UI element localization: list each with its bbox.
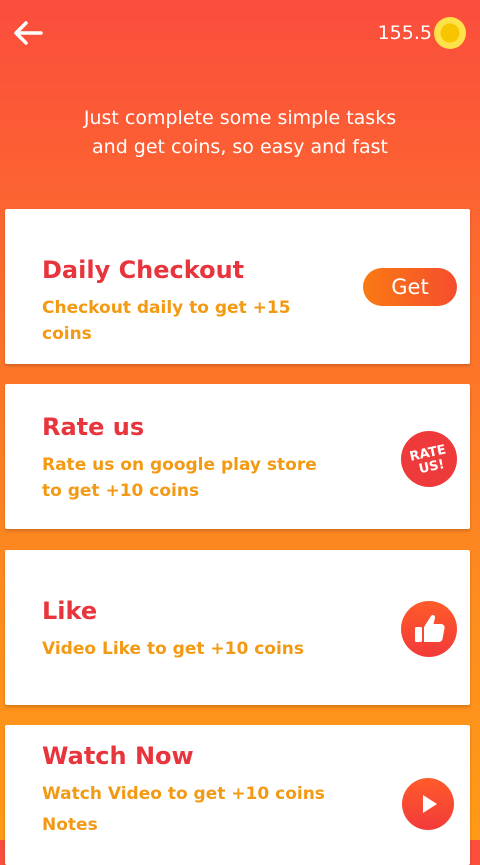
task-description: Video Like to get +10 coins xyxy=(42,639,305,659)
task-card-watch-now: Watch Now Watch Video to get +10 coins N… xyxy=(5,725,470,865)
task-title: Rate us xyxy=(42,413,145,441)
task-description: Watch Video to get +10 coins xyxy=(42,784,325,804)
play-icon[interactable] xyxy=(401,777,455,831)
task-title: Daily Checkout xyxy=(42,256,245,284)
rate-us-icon[interactable]: RATE US! xyxy=(400,430,458,488)
task-note: Notes xyxy=(42,815,98,835)
balance-value: 155.5 xyxy=(377,22,432,44)
get-button[interactable]: Get xyxy=(363,268,457,306)
task-card-rate-us: Rate us Rate us on google play store to … xyxy=(5,384,470,529)
coin-balance: 155.5 xyxy=(378,17,466,49)
task-title: Like xyxy=(42,597,98,625)
task-card-like: Like Video Like to get +10 coins xyxy=(5,550,470,705)
intro-text: Just complete some simple tasks and get … xyxy=(83,107,397,158)
back-button[interactable] xyxy=(12,18,44,48)
task-description: Checkout daily to get +15 coins xyxy=(42,298,291,344)
task-title: Watch Now xyxy=(42,742,194,770)
arrow-left-icon xyxy=(14,21,43,45)
task-description: Rate us on google play store to get +10 … xyxy=(42,455,317,501)
gold-coin-icon xyxy=(434,17,466,49)
task-card-daily-checkout: Daily Checkout Checkout daily to get +15… xyxy=(5,209,470,364)
top-bar: 155.5 xyxy=(0,0,480,70)
thumbs-up-icon[interactable] xyxy=(400,600,458,658)
